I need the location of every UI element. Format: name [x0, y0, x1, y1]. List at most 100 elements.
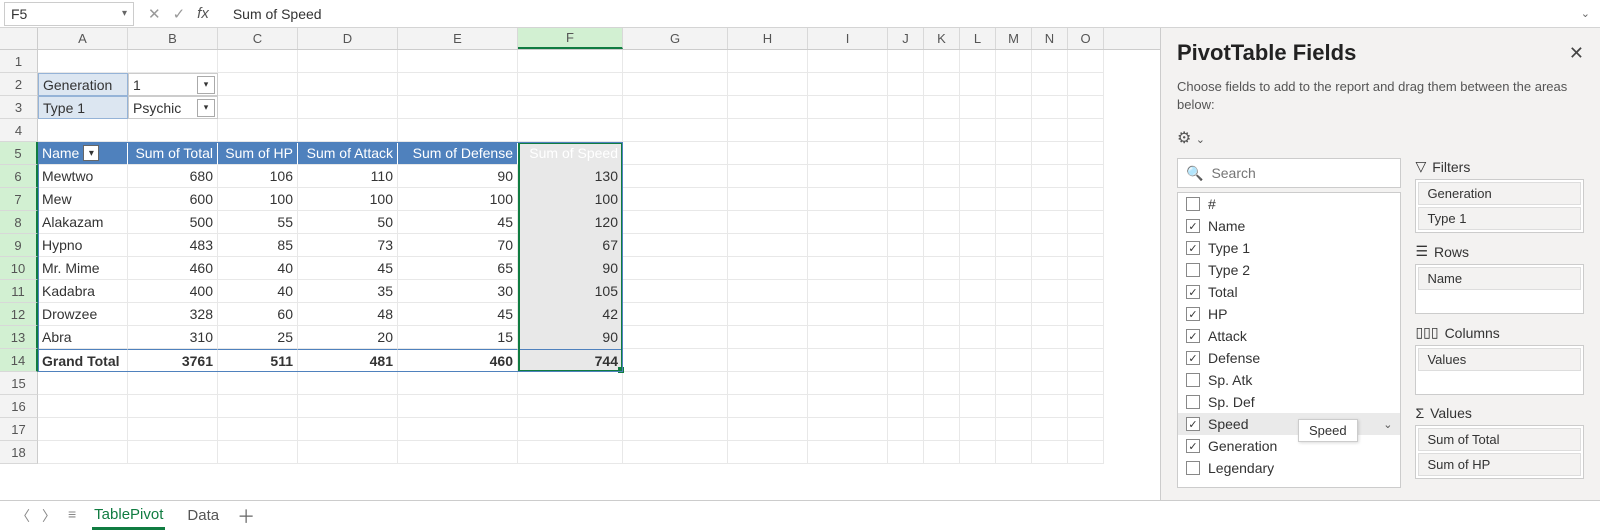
field-item[interactable]: ✓Speed⌄ [1178, 413, 1400, 435]
cell[interactable] [1032, 395, 1068, 418]
cell[interactable] [924, 119, 960, 142]
cell[interactable] [888, 188, 924, 211]
row-header[interactable]: 15 [0, 372, 38, 395]
field-checkbox[interactable] [1186, 263, 1200, 277]
area-item[interactable]: Type 1 [1418, 207, 1581, 230]
cell[interactable] [924, 96, 960, 119]
cell[interactable] [398, 50, 518, 73]
cell[interactable] [398, 119, 518, 142]
cell[interactable] [1032, 165, 1068, 188]
row-header[interactable]: 11 [0, 280, 38, 303]
cell[interactable]: 70 [398, 234, 518, 257]
cell[interactable] [623, 349, 728, 372]
filters-area[interactable]: ▽Filters GenerationType 1 [1415, 158, 1584, 233]
cell[interactable] [728, 50, 808, 73]
cell[interactable] [298, 119, 398, 142]
cell[interactable]: 30 [398, 280, 518, 303]
cell[interactable] [728, 280, 808, 303]
cell[interactable] [1068, 188, 1104, 211]
cell[interactable] [924, 211, 960, 234]
filter-value-cell[interactable]: 1▾ [128, 73, 218, 96]
gear-dropdown-icon[interactable]: ⌄ [1196, 134, 1205, 146]
row-header[interactable]: 1 [0, 50, 38, 73]
cell[interactable] [728, 395, 808, 418]
row-header[interactable]: 10 [0, 257, 38, 280]
cell[interactable] [996, 303, 1032, 326]
cell[interactable] [960, 165, 996, 188]
cell[interactable] [1032, 257, 1068, 280]
cell[interactable] [996, 234, 1032, 257]
cell[interactable] [623, 395, 728, 418]
cell[interactable]: 481 [298, 349, 398, 372]
cell[interactable] [398, 73, 518, 96]
filter-dropdown-icon[interactable]: ▾ [197, 76, 215, 94]
cell[interactable]: 50 [298, 211, 398, 234]
cell[interactable] [128, 418, 218, 441]
cell[interactable] [518, 50, 623, 73]
cell[interactable] [1032, 418, 1068, 441]
cell[interactable] [128, 372, 218, 395]
cell[interactable] [888, 96, 924, 119]
cell[interactable] [518, 73, 623, 96]
cell[interactable]: 460 [128, 257, 218, 280]
cell[interactable] [888, 303, 924, 326]
cell[interactable] [1032, 303, 1068, 326]
column-header[interactable]: D [298, 28, 398, 49]
cell[interactable] [1068, 441, 1104, 464]
cell[interactable] [996, 188, 1032, 211]
cell[interactable] [1068, 50, 1104, 73]
cell[interactable] [623, 188, 728, 211]
cell[interactable]: 15 [398, 326, 518, 349]
cell[interactable]: Grand Total [38, 349, 128, 372]
cell[interactable] [1068, 372, 1104, 395]
cell[interactable] [808, 326, 888, 349]
name-box-dropdown-icon[interactable]: ▾ [122, 8, 127, 19]
cell[interactable]: 25 [218, 326, 298, 349]
field-checkbox[interactable]: ✓ [1186, 307, 1200, 321]
cell[interactable]: 744 [518, 349, 623, 372]
cell[interactable] [924, 280, 960, 303]
cell[interactable]: 460 [398, 349, 518, 372]
cell[interactable]: 90 [518, 257, 623, 280]
field-search[interactable]: 🔍 [1177, 158, 1401, 188]
cell[interactable]: 45 [398, 303, 518, 326]
cell[interactable] [996, 441, 1032, 464]
cell[interactable]: 48 [298, 303, 398, 326]
cell[interactable] [623, 165, 728, 188]
add-sheet-button[interactable]: ＋ [237, 503, 255, 529]
cell[interactable]: 3761 [128, 349, 218, 372]
row-header[interactable]: 13 [0, 326, 38, 349]
cell[interactable]: 100 [518, 188, 623, 211]
formula-input[interactable]: Sum of Speed [227, 6, 1571, 22]
field-item[interactable]: Sp. Atk [1178, 369, 1400, 391]
cell[interactable] [960, 142, 996, 165]
cell[interactable] [924, 142, 960, 165]
cell[interactable] [888, 165, 924, 188]
column-header[interactable]: F [518, 28, 623, 49]
cell[interactable] [924, 165, 960, 188]
cell[interactable] [728, 349, 808, 372]
cell[interactable] [298, 418, 398, 441]
cell[interactable] [1068, 395, 1104, 418]
column-header[interactable]: O [1068, 28, 1104, 49]
cell[interactable] [888, 234, 924, 257]
row-header[interactable]: 18 [0, 441, 38, 464]
field-item[interactable]: Sp. Def [1178, 391, 1400, 413]
cell[interactable] [1068, 96, 1104, 119]
row-header[interactable]: 4 [0, 119, 38, 142]
cell[interactable] [960, 234, 996, 257]
field-checkbox[interactable]: ✓ [1186, 417, 1200, 431]
cancel-icon[interactable]: ✕ [148, 5, 161, 23]
cell[interactable] [808, 418, 888, 441]
cell[interactable] [996, 257, 1032, 280]
cell[interactable] [1068, 142, 1104, 165]
select-all-corner[interactable] [0, 28, 38, 49]
field-checkbox[interactable] [1186, 395, 1200, 409]
row-header[interactable]: 9 [0, 234, 38, 257]
column-header[interactable]: G [623, 28, 728, 49]
cell[interactable] [128, 441, 218, 464]
cell[interactable] [728, 372, 808, 395]
cell[interactable] [924, 188, 960, 211]
cell[interactable]: 85 [218, 234, 298, 257]
cell[interactable] [398, 395, 518, 418]
